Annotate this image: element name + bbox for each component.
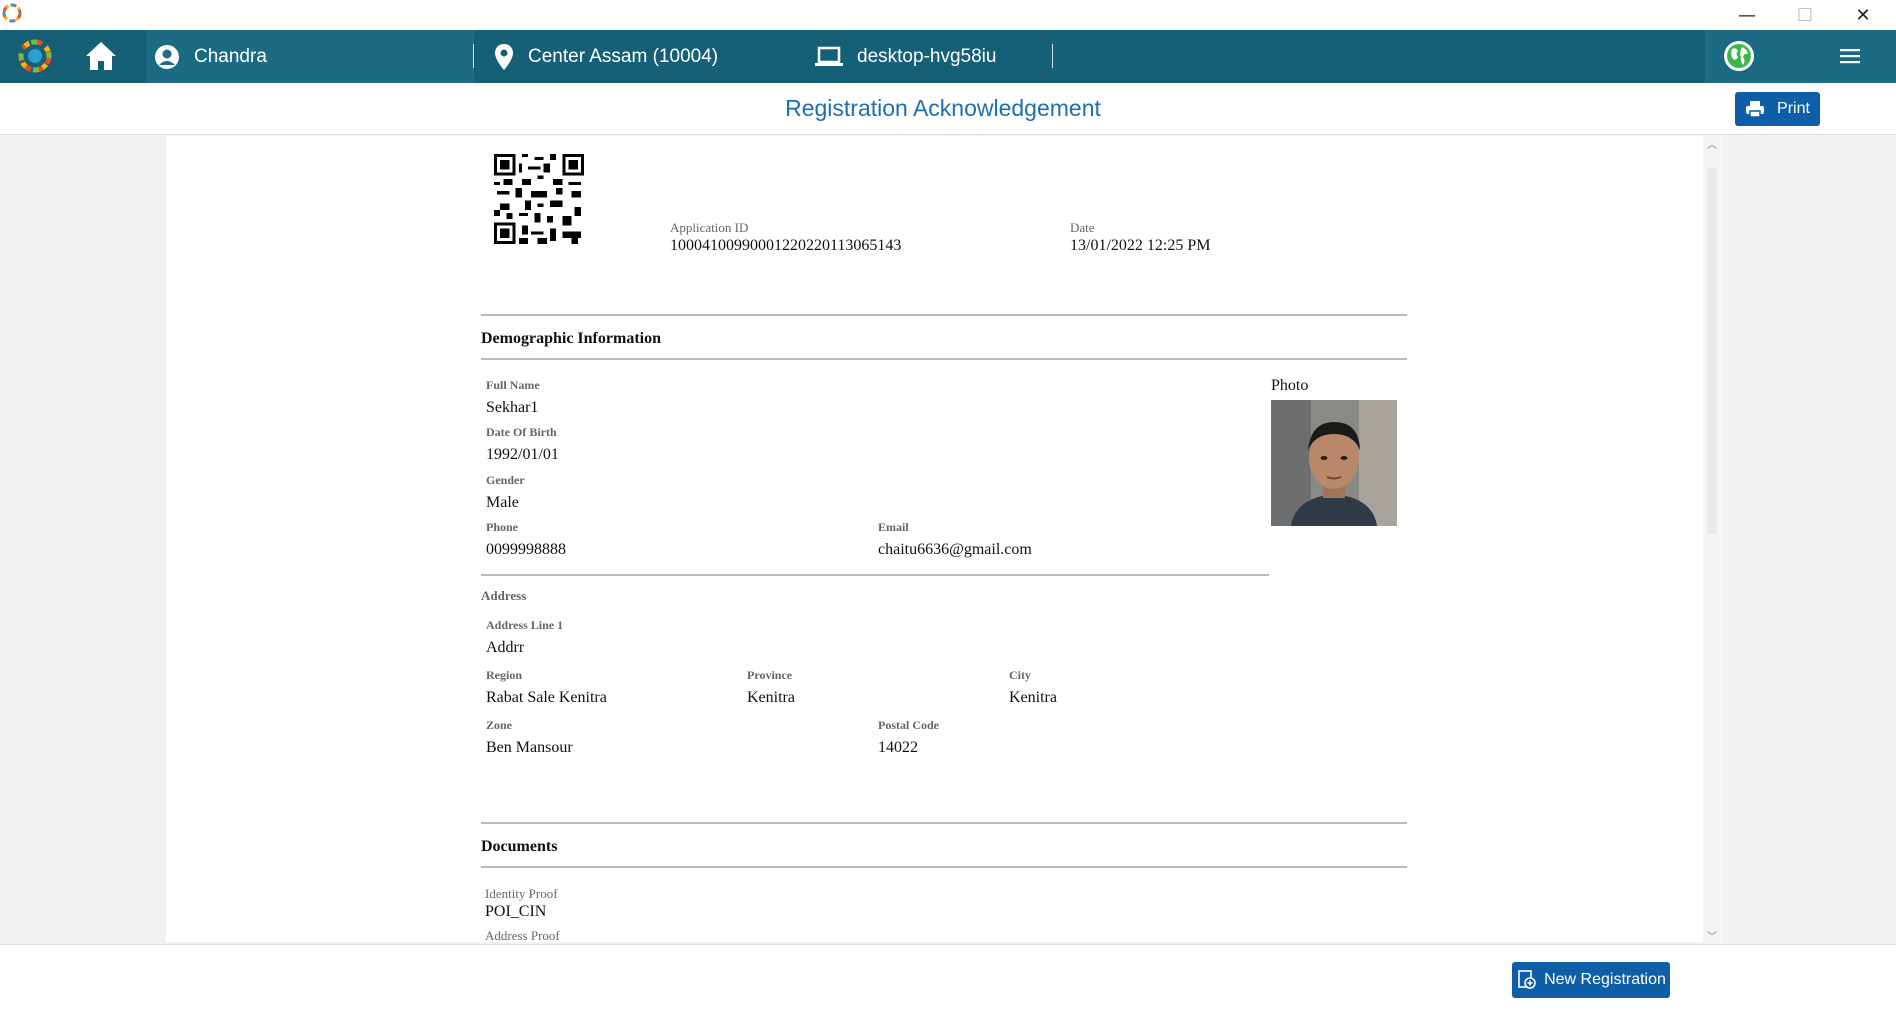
qr-code bbox=[494, 154, 584, 244]
print-label: Print bbox=[1777, 100, 1810, 117]
hamburger-menu-icon[interactable] bbox=[1838, 46, 1862, 66]
address-proof-label: Address Proof bbox=[485, 928, 560, 942]
divider bbox=[481, 314, 1407, 316]
city-value: Kenitra bbox=[1009, 689, 1057, 706]
new-registration-label: New Registration bbox=[1544, 971, 1666, 988]
dob-label: Date Of Birth bbox=[486, 425, 557, 439]
phone-label: Phone bbox=[486, 520, 519, 534]
application-id-value: 10004100990001220220113065143 bbox=[670, 237, 902, 254]
postal-code-label: Postal Code bbox=[878, 718, 939, 732]
home-icon[interactable] bbox=[84, 40, 118, 72]
scroll-thumb[interactable] bbox=[1707, 168, 1717, 534]
demographic-heading: Demographic Information bbox=[481, 330, 661, 347]
laptop-icon bbox=[815, 46, 843, 66]
dob-value: 1992/01/01 bbox=[486, 446, 559, 463]
photo-label: Photo bbox=[1271, 377, 1309, 394]
close-button[interactable]: ✕ bbox=[1834, 0, 1892, 30]
minimize-button[interactable]: — bbox=[1718, 0, 1776, 30]
scroll-down-icon[interactable]: ﹀ bbox=[1707, 928, 1717, 943]
divider bbox=[481, 358, 1407, 360]
location-pin-icon bbox=[495, 43, 513, 70]
zone-label: Zone bbox=[486, 718, 513, 732]
center-label: Center Assam (10004) bbox=[528, 45, 719, 67]
gender-label: Gender bbox=[486, 473, 525, 487]
region-value: Rabat Sale Kenitra bbox=[486, 689, 607, 706]
user-icon bbox=[155, 44, 179, 69]
window-titlebar: — ☐ ✕ bbox=[0, 0, 1896, 30]
address-heading: Address bbox=[481, 588, 527, 603]
scroll-up-icon[interactable]: ︿ bbox=[1707, 136, 1717, 151]
address-line1-value: Addrr bbox=[486, 639, 525, 656]
applicant-face-image bbox=[1271, 400, 1397, 526]
printer-icon bbox=[1746, 101, 1765, 118]
page-header: Registration Acknowledgement Print bbox=[0, 83, 1896, 135]
nav-center: Center Assam (10004) bbox=[494, 30, 718, 83]
username-label: Chandra bbox=[194, 45, 267, 67]
email-label: Email bbox=[878, 520, 909, 534]
province-value: Kenitra bbox=[747, 689, 795, 706]
full-name-value: Sekhar1 bbox=[486, 399, 539, 416]
region-label: Region bbox=[486, 668, 522, 682]
postal-code-value: 14022 bbox=[878, 739, 918, 756]
date-value: 13/01/2022 12:25 PM bbox=[1070, 237, 1211, 254]
page-title: Registration Acknowledgement bbox=[785, 95, 1101, 121]
new-registration-button[interactable]: New Registration bbox=[1512, 962, 1670, 998]
identity-proof-label: Identity Proof bbox=[485, 886, 558, 901]
province-label: Province bbox=[747, 668, 793, 682]
top-navbar: Chandra Center Assam (10004) desktop-hvg… bbox=[0, 30, 1896, 83]
print-button[interactable]: Print bbox=[1735, 92, 1820, 126]
nav-user: Chandra bbox=[154, 30, 267, 83]
divider bbox=[481, 574, 1269, 576]
acknowledgement-document[interactable]: Application ID 1000410099000122022011306… bbox=[166, 136, 1722, 942]
machine-label: desktop-hvg58iu bbox=[857, 45, 997, 67]
full-name-label: Full Name bbox=[486, 378, 540, 392]
documents-heading: Documents bbox=[481, 838, 558, 855]
app-logo-icon bbox=[2, 3, 22, 23]
phone-value: 0099998888 bbox=[486, 541, 566, 558]
city-label: City bbox=[1009, 668, 1031, 682]
maximize-button[interactable]: ☐ bbox=[1776, 0, 1834, 30]
date-label: Date bbox=[1070, 220, 1095, 235]
divider bbox=[481, 822, 1407, 824]
divider bbox=[481, 866, 1407, 868]
email-value: chaitu6636@gmail.com bbox=[878, 541, 1032, 558]
identity-proof-value: POI_CIN bbox=[485, 903, 547, 920]
nav-machine: desktop-hvg58iu bbox=[815, 30, 996, 83]
application-id-label: Application ID bbox=[670, 220, 749, 235]
address-line1-label: Address Line 1 bbox=[486, 618, 564, 632]
document-scrollbar[interactable]: ︿ ﹀ bbox=[1703, 136, 1721, 943]
app-logo-icon[interactable] bbox=[18, 39, 52, 73]
divider bbox=[1052, 44, 1053, 68]
divider bbox=[473, 44, 474, 68]
applicant-photo bbox=[1271, 400, 1397, 526]
globe-icon[interactable] bbox=[1722, 39, 1756, 73]
zone-value: Ben Mansour bbox=[486, 739, 573, 756]
new-document-icon bbox=[1518, 970, 1536, 989]
page-footer: New Registration bbox=[0, 944, 1896, 1012]
gender-value: Male bbox=[486, 494, 519, 511]
